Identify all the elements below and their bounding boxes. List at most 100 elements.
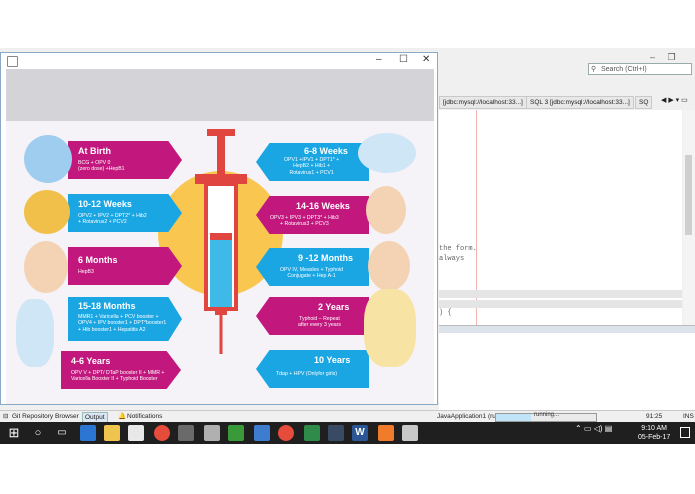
band-vaccines: MMR1 + Varicella + PCV booster + OPV4 + … [78, 314, 167, 333]
code-text: ) { [439, 309, 452, 317]
band-title: 4-6 Years [71, 356, 111, 366]
band-title: 9 -12 Months [298, 253, 354, 263]
schedule-band-2-years: 2 Years Typhoid – Repeat after every 3 y… [256, 297, 369, 335]
chrome-icon[interactable] [154, 425, 170, 441]
band-title: 14-16 Weeks [296, 201, 350, 211]
baby-illustration [358, 133, 416, 173]
store-icon[interactable] [128, 425, 144, 441]
band-vaccines: OPV2 + IPV2 + DPT2* + Hib2 + Rotavirus2 … [78, 213, 147, 226]
windows-icon[interactable]: ⊞ [6, 425, 22, 441]
schedule-band-10-12-weeks: 10-12 Weeks OPV2 + IPV2 + DPT2* + Hib2 +… [68, 194, 182, 232]
band-title: 10-12 Weeks [78, 199, 132, 209]
band-title: 6-8 Weeks [304, 146, 348, 156]
schedule-band-6-8-weeks: 6-8 Weeks OPV1 +IPV1 + DPT1* + HepB2 + H… [256, 143, 369, 181]
progress-status: running... [534, 412, 560, 418]
java-app-icon [7, 56, 18, 67]
band-title: 2 Years [318, 302, 350, 312]
progress-fill [496, 414, 531, 421]
toddler-illustration [364, 289, 416, 367]
ide-search-input[interactable]: ⚲ Search (Ctrl+I) [588, 63, 692, 75]
explorer-icon[interactable] [104, 425, 120, 441]
baby-illustration [24, 190, 70, 234]
app-icon[interactable] [304, 425, 320, 441]
baby-illustration [24, 241, 68, 293]
clock-date: 05-Feb-17 [638, 434, 671, 441]
schedule-band-at-birth: At Birth BCG + OPV 0 (zero dose) +HepB1 [68, 141, 182, 179]
schedule-band-15-18-months: 15-18 Months MMR1 + Varicella + PCV boos… [68, 297, 182, 341]
highlight-line [439, 300, 682, 308]
app-icon[interactable] [228, 425, 244, 441]
app-window: – ☐ ✕ At Birth BCG + OPV 0 (zero dose) +… [0, 52, 438, 405]
scrollbar-thumb[interactable] [685, 155, 692, 235]
highlight-line [439, 290, 682, 298]
ide-code-editor[interactable]: the form. always ) { [439, 110, 682, 325]
band-vaccines: OPV IV, Measles + Typhoid Conjugate + He… [280, 267, 344, 280]
tab-git-repository-browser[interactable]: Git Repository Browser [12, 412, 79, 422]
run-progress-bar: running... [495, 412, 597, 422]
task-view-icon[interactable]: ▭ [54, 425, 70, 441]
taskbar: ⊞ ○ ▭ W ⌃ ▭ ◁) ▤ 9:10 AM 05-Feb-17 [0, 422, 695, 444]
notifications-icon[interactable] [680, 427, 690, 438]
app-icon[interactable] [402, 425, 418, 441]
editor-scrollbar[interactable] [683, 110, 695, 325]
clock-time: 9:10 AM [641, 425, 667, 432]
cursor-position: 91:25 [646, 413, 663, 420]
empty-panel [6, 69, 434, 121]
clock[interactable]: 9:10 AM 05-Feb-17 [638, 424, 670, 442]
band-vaccines: Typhoid – Repeat after every 3 years [298, 316, 341, 329]
chrome-icon[interactable] [278, 425, 294, 441]
band-title: 6 Months [78, 255, 118, 265]
schedule-band-6-months: 6 Months HepB3 [68, 247, 182, 285]
edge-icon[interactable] [80, 425, 96, 441]
band-title: 10 Years [314, 355, 351, 365]
maximize-button[interactable]: ☐ [399, 54, 408, 65]
band-title: At Birth [78, 146, 111, 156]
editor-tab[interactable]: SQL 3 [jdbc:mysql://localhost:33...] [526, 96, 634, 109]
band-vaccines: OPV1 +IPV1 + DPT1* + HepB2 + Hib1 + Rota… [284, 157, 340, 176]
tab-scroll-icons[interactable]: ◀ ▶ ▾ ▭ [661, 96, 688, 104]
schedule-band-9-12-months: 9 -12 Months OPV IV, Measles + Typhoid C… [256, 248, 369, 286]
editor-tab[interactable]: [jdbc:mysql://localhost:33...] [439, 96, 527, 109]
schedule-band-10-years: 10 Years Tdap + HPV (Onlyfor girls) [256, 350, 369, 388]
ide-output-panel [439, 325, 695, 411]
restore-icon[interactable]: ❐ [668, 52, 676, 62]
band-vaccines: BCG + OPV 0 (zero dose) +HepB1 [78, 160, 125, 173]
minimize-icon[interactable]: – [650, 52, 655, 62]
band-title: 15-18 Months [78, 301, 136, 311]
syringe-illustration [195, 129, 247, 354]
bell-icon: 🔔 [118, 413, 127, 420]
baby-illustration [366, 186, 406, 234]
git-icon: ⊟ [3, 413, 9, 420]
search-icon: ⚲ [591, 66, 597, 73]
code-text: the form. [439, 245, 477, 253]
toddler-illustration [16, 299, 54, 367]
schedule-band-14-16-weeks: 14-16 Weeks OPV3 + IPV3 + DPT3* + Hib3 +… [256, 196, 369, 234]
search-icon[interactable]: ○ [30, 425, 46, 441]
window-titlebar[interactable]: – ☐ ✕ [1, 53, 437, 69]
editor-tab[interactable]: SQ [635, 96, 653, 109]
insert-mode: INS [683, 413, 694, 420]
tab-notifications[interactable]: Notifications [127, 412, 162, 422]
code-text: always [439, 255, 465, 263]
band-vaccines: OPV V + DPT/ DTaP booster II + MMR + Var… [71, 370, 165, 383]
word-icon[interactable]: W [352, 425, 368, 441]
schedule-band-4-6-years: 4-6 Years OPV V + DPT/ DTaP booster II +… [61, 351, 181, 389]
app-icon[interactable] [254, 425, 270, 441]
app-icon[interactable] [204, 425, 220, 441]
band-vaccines: OPV3 + IPV3 + DPT3* + Hib3 + Rotavirus3 … [270, 215, 339, 228]
minimize-button[interactable]: – [376, 54, 382, 65]
close-button[interactable]: ✕ [422, 54, 430, 65]
vaccination-chart-image: At Birth BCG + OPV 0 (zero dose) +HepB1 … [6, 121, 434, 404]
baby-illustration [368, 241, 410, 291]
run-label[interactable]: JavaApplication1 (run) [437, 412, 502, 422]
search-placeholder: Search (Ctrl+I) [601, 66, 647, 73]
newborn-baby-illustration [24, 135, 72, 183]
system-tray[interactable]: ⌃ ▭ ◁) ▤ [575, 424, 612, 433]
app-icon[interactable] [328, 425, 344, 441]
app-icon[interactable] [378, 425, 394, 441]
band-vaccines: Tdap + HPV (Onlyfor girls) [276, 371, 337, 377]
app-icon[interactable] [178, 425, 194, 441]
band-vaccines: HepB3 [78, 269, 94, 275]
ide-editor-tabs: [jdbc:mysql://localhost:33...] SQL 3 [jd… [439, 95, 695, 109]
output-header [439, 326, 695, 333]
